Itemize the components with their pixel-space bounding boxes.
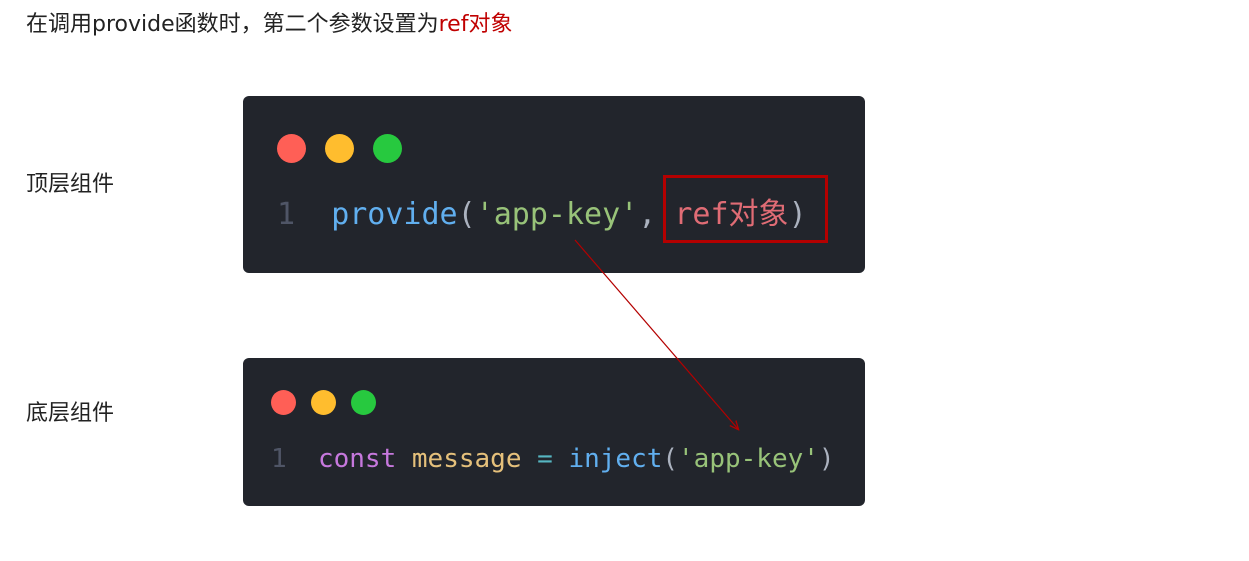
line-number: 1 [277, 197, 296, 232]
minimize-dot-icon [325, 134, 354, 163]
ref-object-highlight-box [663, 175, 828, 243]
open-paren: ( [662, 444, 679, 474]
inject-key-string: 'app-key' [678, 444, 819, 474]
close-paren: ) [818, 444, 835, 474]
top-component-label: 顶层组件 [26, 172, 115, 197]
open-paren: ( [457, 197, 476, 232]
assign-operator: = [537, 444, 553, 474]
message-variable: message [411, 444, 522, 474]
const-keyword: const [317, 444, 397, 474]
bottom-component-label: 底层组件 [26, 401, 115, 426]
bottom-code-window: 1 const message = inject('app-key') [243, 358, 865, 506]
close-dot-icon [277, 134, 306, 163]
heading-text: 在调用provide函数时，第二个参数设置为 [26, 12, 439, 37]
maximize-dot-icon [373, 134, 402, 163]
page-heading: 在调用provide函数时，第二个参数设置为ref对象 [26, 8, 512, 42]
close-dot-icon [271, 390, 296, 415]
provide-function: provide [331, 197, 458, 232]
heading-highlight: ref对象 [438, 12, 513, 37]
bottom-code-line: 1 const message = inject('app-key') [271, 441, 835, 477]
inject-function: inject [568, 444, 663, 474]
line-number: 1 [271, 444, 287, 474]
minimize-dot-icon [311, 390, 336, 415]
maximize-dot-icon [351, 390, 376, 415]
provide-key-string: 'app-key' [475, 197, 639, 232]
